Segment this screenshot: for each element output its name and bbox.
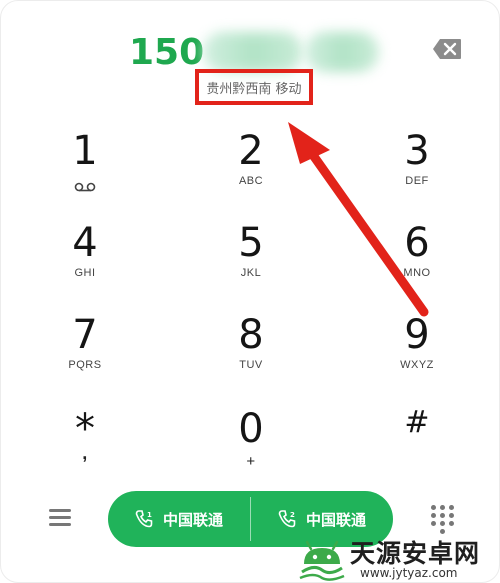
phone-number-prefix: 150 [129, 31, 205, 73]
key-hash[interactable]: # [357, 401, 477, 479]
key-digit: 9 [404, 312, 430, 358]
watermark-title: 天源安卓网 [350, 539, 481, 568]
blurred-digits-2 [305, 32, 379, 72]
key-7[interactable]: 7 PQRS [25, 313, 145, 391]
call-button-label: 中国联通 [162, 510, 223, 529]
dialer-screen: 150 贵州黔西南 移动 1 2 ABC 3 DEF 4 GHI 5 JKL 6… [0, 0, 500, 583]
key-letters: WXYZ [400, 359, 434, 371]
blurred-digits-1 [203, 32, 303, 72]
key-digit: 3 [404, 128, 430, 174]
key-4[interactable]: 4 GHI [25, 221, 145, 299]
key-digit: 5 [238, 220, 264, 266]
watermark-url: www.jytyaz.com [360, 566, 458, 580]
key-digit: 4 [72, 220, 98, 266]
svg-text:2: 2 [290, 511, 295, 519]
key-digit: 6 [404, 220, 430, 266]
key-8[interactable]: 8 TUV [191, 313, 311, 391]
key-letters: JKL [240, 267, 262, 279]
key-star[interactable]: * , [25, 407, 145, 485]
key-6[interactable]: 6 MNO [357, 221, 477, 299]
svg-text:1: 1 [147, 511, 152, 519]
key-digit: 1 [72, 128, 98, 174]
key-digit: 7 [72, 312, 98, 358]
watermark: 天源安卓网 www.jytyaz.com [296, 534, 500, 583]
android-logo-icon [299, 540, 345, 581]
key-3[interactable]: 3 DEF [357, 129, 477, 207]
key-2[interactable]: 2 ABC [191, 129, 311, 207]
menu-icon[interactable] [49, 509, 71, 527]
key-letters: + [246, 453, 256, 470]
key-digit: 2 [238, 128, 264, 174]
key-letters: ABC [238, 175, 264, 187]
key-letters: TUV [239, 359, 263, 371]
key-0[interactable]: 0 + [191, 407, 311, 485]
backspace-icon[interactable] [432, 38, 462, 60]
number-display: 150 [129, 28, 379, 76]
phone-icon: 1 [135, 510, 153, 528]
key-digit: 0 [238, 406, 264, 452]
phone-icon: 2 [278, 510, 296, 528]
dialpad-icon[interactable] [431, 505, 455, 534]
key-9[interactable]: 9 WXYZ [357, 313, 477, 391]
call-button-label: 中国联通 [305, 510, 366, 529]
key-digit: 8 [238, 312, 264, 358]
key-letters: MNO [403, 267, 431, 279]
key-digit: # [404, 405, 430, 440]
key-letters: PQRS [68, 359, 102, 371]
key-letters: DEF [405, 175, 429, 187]
key-letters: GHI [74, 267, 96, 279]
number-location: 贵州黔西南 移动 [206, 81, 302, 97]
key-1[interactable]: 1 [25, 129, 145, 207]
key-5[interactable]: 5 JKL [191, 221, 311, 299]
call-button-sim1[interactable]: 1 中国联通 [108, 491, 250, 547]
voicemail-icon [74, 179, 96, 197]
key-letters: , [82, 443, 88, 463]
location-highlight: 贵州黔西南 移动 [195, 69, 313, 105]
